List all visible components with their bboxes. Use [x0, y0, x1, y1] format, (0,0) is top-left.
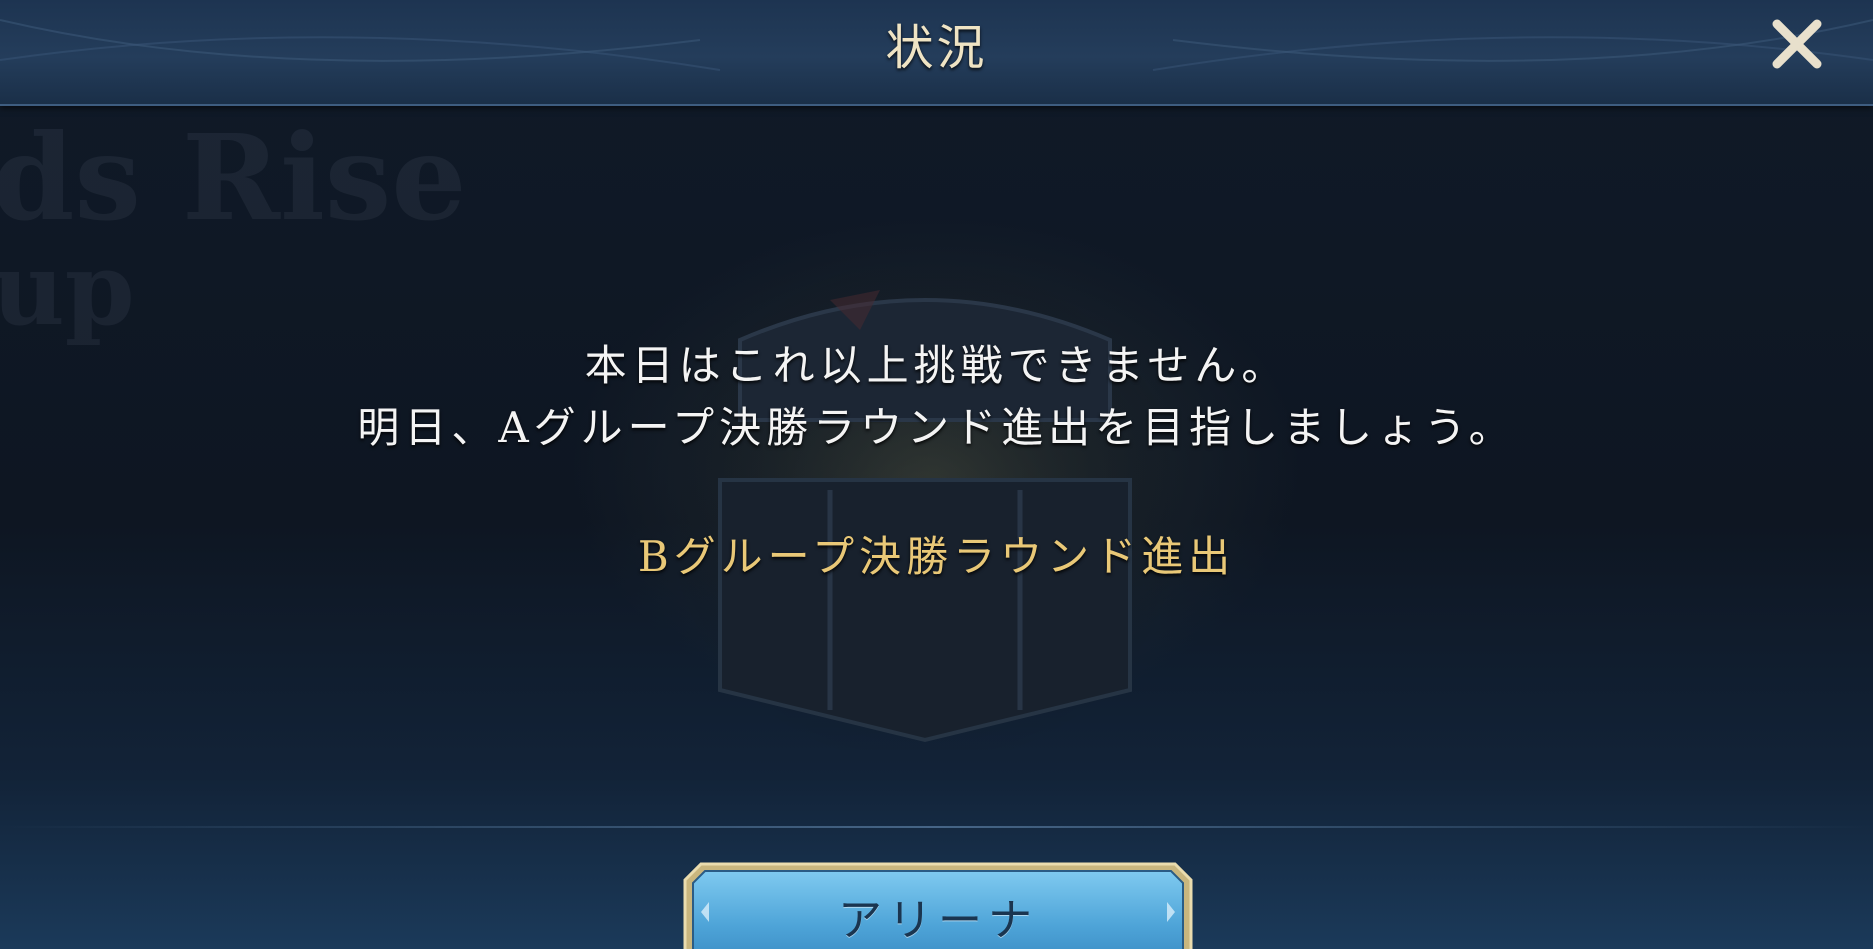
background-event-title-fragment: ds Rise: [0, 108, 467, 247]
message-line-1: 本日はこれ以上挑戦できません。: [584, 341, 1289, 390]
dialog-title: 状況: [885, 20, 988, 76]
group-status-text: Bグループ決勝ラウンド進出: [637, 532, 1236, 581]
dialog-message: 本日はこれ以上挑戦できません。 明日、Aグループ決勝ラウンド進出を目指しましょう…: [0, 335, 1873, 459]
close-icon: [1772, 19, 1822, 69]
background-event-subtitle-fragment: up: [0, 230, 135, 348]
close-button[interactable]: [1765, 12, 1829, 76]
footer-divider: [0, 826, 1873, 828]
message-line-2: 明日、Aグループ決勝ラウンド進出を目指しましょう。: [357, 403, 1516, 452]
arena-button[interactable]: アリーナ: [683, 862, 1193, 949]
arena-button-label: アリーナ: [838, 895, 1038, 946]
screen: ds Rise up 状況 本日はこれ以上挑戦できません。 明日、Aグループ決勝…: [0, 0, 1873, 949]
dialog-header: 状況: [0, 0, 1873, 106]
